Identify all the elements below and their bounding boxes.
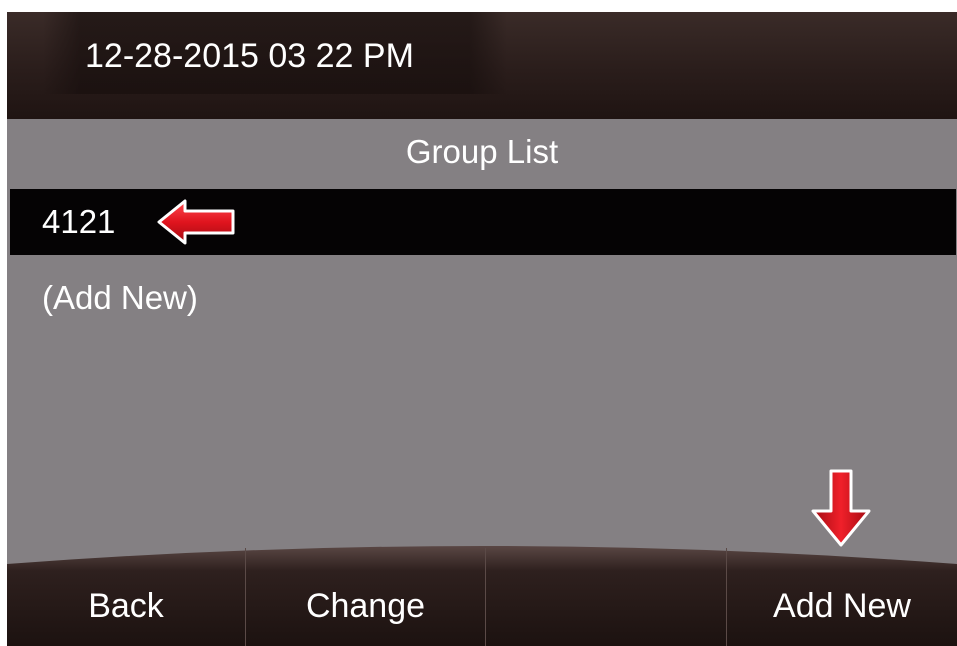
back-button[interactable]: Back	[7, 576, 245, 646]
datetime-display: 12-28-2015 03 22 PM	[85, 37, 414, 75]
list-item-add-new[interactable]: (Add New)	[42, 278, 198, 318]
list-item-4121[interactable]: 4121	[42, 202, 115, 242]
phone-screenshot: 12-28-2015 03 22 PM Group List 4121 (Add…	[0, 0, 957, 646]
page-title: Group List	[405, 133, 559, 170]
left-arrow-icon	[157, 199, 235, 245]
list-item-selected-highlight	[10, 189, 956, 255]
phone-display: 12-28-2015 03 22 PM Group List 4121 (Add…	[7, 12, 957, 646]
softkey-bar: Back Change Add New	[7, 544, 957, 646]
down-arrow-icon	[811, 469, 871, 547]
add-new-button[interactable]: Add New	[727, 576, 957, 646]
empty-softkey-button[interactable]	[486, 576, 726, 646]
status-header: 12-28-2015 03 22 PM	[7, 12, 957, 119]
change-button[interactable]: Change	[246, 576, 485, 646]
